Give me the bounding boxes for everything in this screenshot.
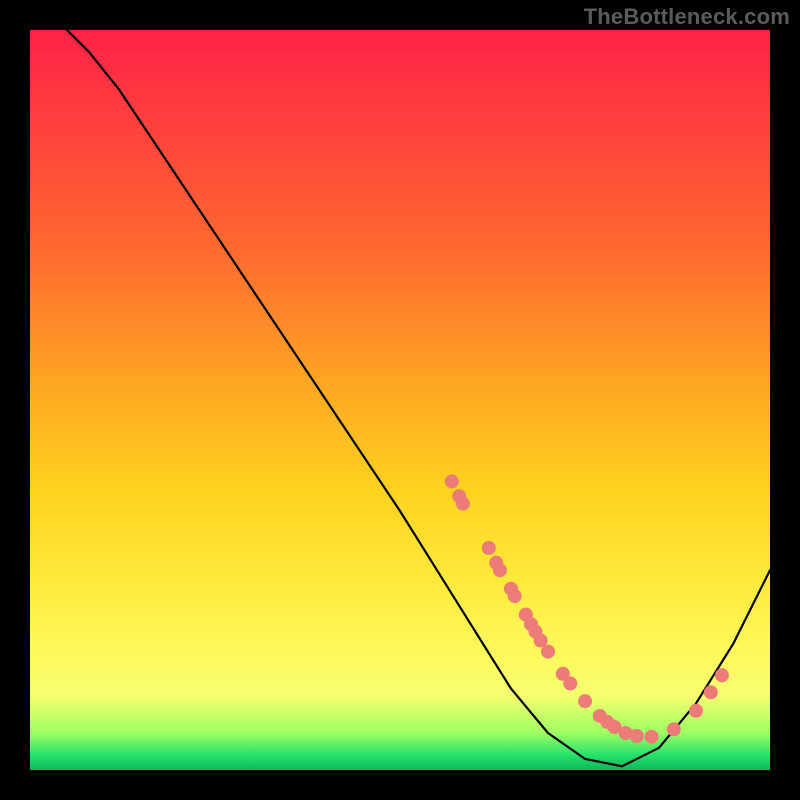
bottleneck-curve-line (67, 30, 770, 766)
data-markers-group (445, 474, 729, 743)
data-marker (541, 645, 555, 659)
data-marker (508, 589, 522, 603)
attribution-text: TheBottleneck.com (584, 4, 790, 30)
data-marker (667, 722, 681, 736)
data-marker (482, 541, 496, 555)
data-marker (645, 730, 659, 744)
data-marker (630, 729, 644, 743)
data-marker (456, 497, 470, 511)
plot-area (30, 30, 770, 770)
data-marker (493, 563, 507, 577)
data-marker (715, 668, 729, 682)
curve-svg (30, 30, 770, 770)
data-marker (704, 685, 718, 699)
data-marker (563, 676, 577, 690)
data-marker (689, 704, 703, 718)
data-marker (578, 694, 592, 708)
chart-frame: TheBottleneck.com (0, 0, 800, 800)
data-marker (445, 474, 459, 488)
